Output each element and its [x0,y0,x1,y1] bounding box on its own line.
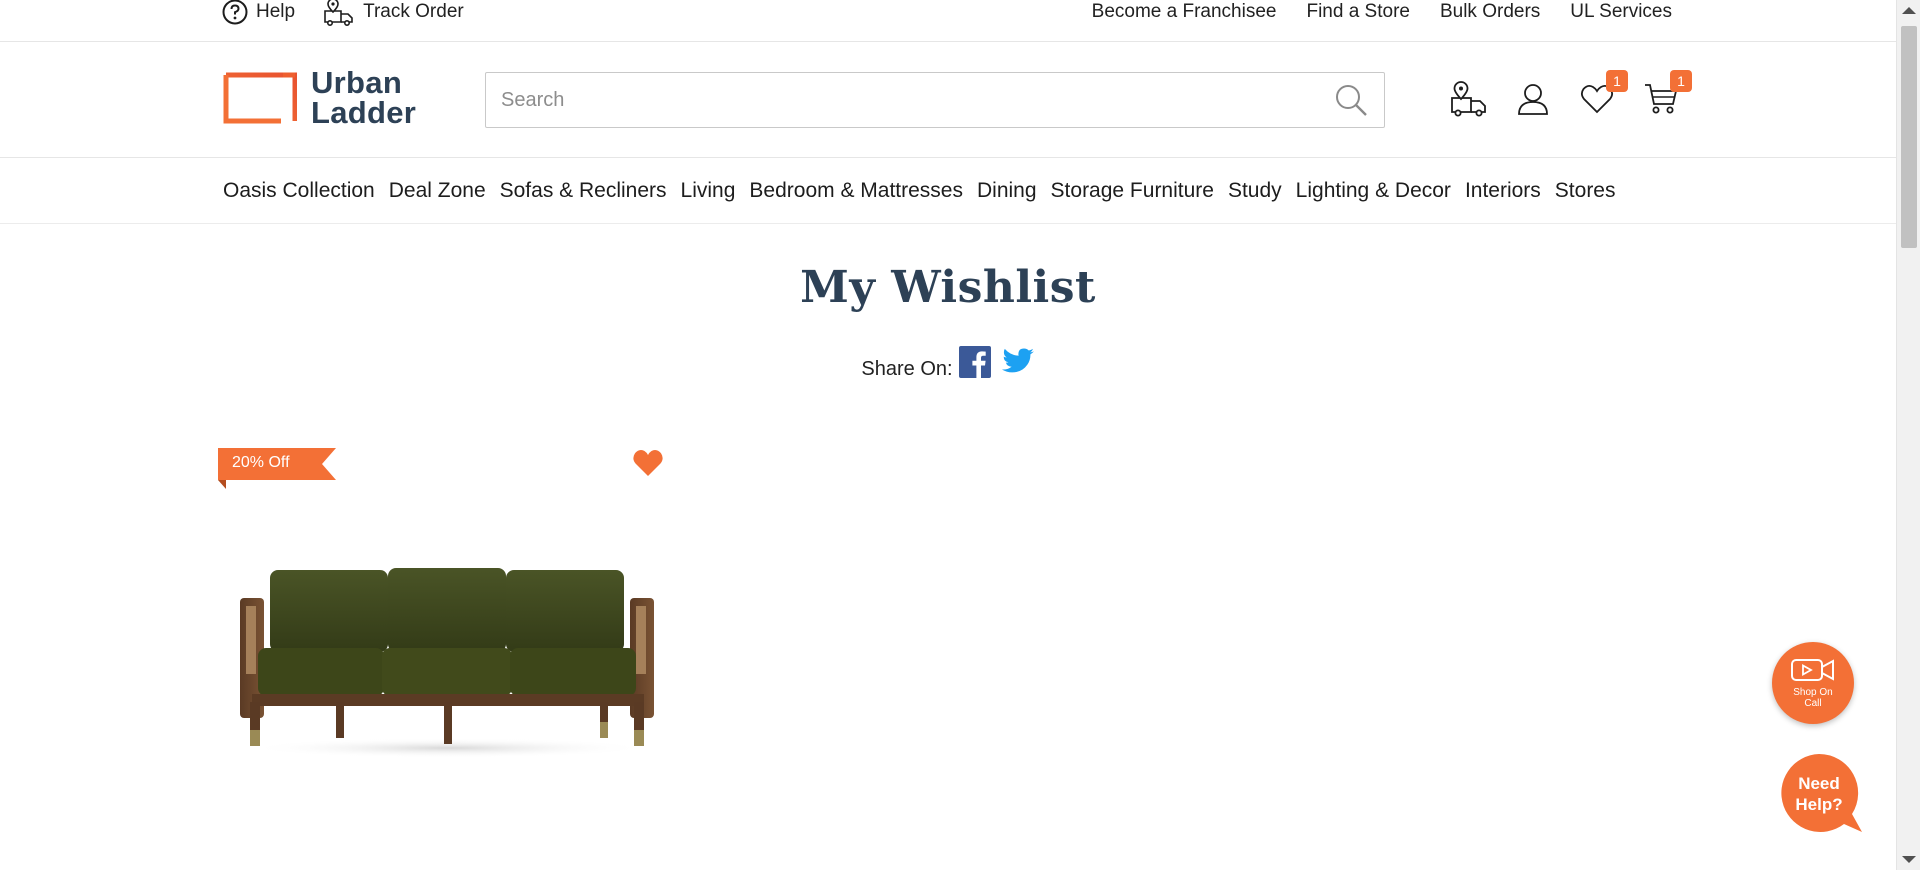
logo-line1: Urban [311,65,403,100]
nav-item-storage-furniture[interactable]: Storage Furniture [1051,179,1214,203]
video-call-icon [1791,659,1834,681]
need-help-button[interactable]: Need Help? [1778,752,1862,834]
share-row: Share On: [0,342,1896,381]
discount-tag: 20% Off [218,448,338,489]
cart-button[interactable]: 1 [1640,70,1692,120]
utility-bar: Help Track Order Become a Franchisee Fin… [0,0,1896,42]
share-label: Share On: [861,358,953,380]
ul-services-link[interactable]: UL Services [1570,1,1672,23]
help-icon [222,0,248,25]
nav-item-study[interactable]: Study [1228,179,1282,203]
need-help-line1: Need [1798,774,1840,793]
track-order-icon [324,0,353,26]
account-button[interactable] [1512,78,1554,120]
help-link[interactable]: Help [222,0,295,25]
vertical-scrollbar[interactable] [1896,0,1920,870]
scroll-thumb[interactable] [1901,26,1917,248]
main-nav: Oasis Collection Deal Zone Sofas & Recli… [0,158,1896,224]
shop-on-call-button[interactable]: Shop On Call [1772,642,1854,724]
shop-on-call-label: Shop On Call [1793,687,1833,709]
need-help-label: Need Help? [1778,773,1860,815]
twitter-icon[interactable] [1001,347,1035,377]
scroll-up-arrow[interactable] [1902,7,1916,14]
facebook-icon[interactable] [958,345,991,378]
product-image-sofa[interactable] [238,562,658,762]
page-title: My Wishlist [800,262,1096,313]
track-order-label: Track Order [363,1,464,22]
help-label: Help [256,1,296,22]
bulk-orders-link[interactable]: Bulk Orders [1440,1,1540,23]
scroll-down-arrow[interactable] [1902,856,1916,863]
find-store-link[interactable]: Find a Store [1306,1,1410,23]
search-bar [485,72,1385,128]
wishlist-button[interactable]: 1 [1576,70,1628,120]
need-help-line2: Help? [1795,795,1843,814]
page: Help Track Order Become a Franchisee Fin… [0,0,1896,870]
nav-item-sofas-recliners[interactable]: Sofas & Recliners [500,179,667,203]
search-icon [1336,85,1367,116]
logo-text: Urban Ladder [311,65,417,130]
header: Urban Ladder Search 1 1 [0,42,1896,158]
discount-label: 20% Off [232,454,290,471]
logo-mark [223,72,297,124]
heart-icon[interactable] [632,448,664,478]
search-input[interactable] [486,73,1330,127]
track-order-link[interactable]: Track Order [323,0,464,26]
nav-item-interiors[interactable]: Interiors [1465,179,1541,203]
nav-item-bedroom-mattresses[interactable]: Bedroom & Mattresses [749,179,963,203]
wishlist-product-card: 20% Off [218,448,668,870]
urban-ladder-logo[interactable]: Urban Ladder [223,65,417,130]
logo-line2: Ladder [311,95,417,130]
nav-item-deal-zone[interactable]: Deal Zone [389,179,486,203]
store-delivery-button[interactable] [1448,78,1490,120]
nav-item-stores[interactable]: Stores [1555,179,1616,203]
nav-item-lighting-decor[interactable]: Lighting & Decor [1296,179,1451,203]
store-delivery-icon [1451,81,1486,117]
nav-item-oasis-collection[interactable]: Oasis Collection [223,179,375,203]
cart-count-badge: 1 [1670,70,1692,92]
nav-item-dining[interactable]: Dining [977,179,1037,203]
become-franchisee-link[interactable]: Become a Franchisee [1092,1,1277,23]
search-button[interactable] [1330,79,1372,121]
user-icon [1518,84,1548,115]
wishlist-count-badge: 1 [1606,70,1628,92]
nav-item-living[interactable]: Living [681,179,736,203]
